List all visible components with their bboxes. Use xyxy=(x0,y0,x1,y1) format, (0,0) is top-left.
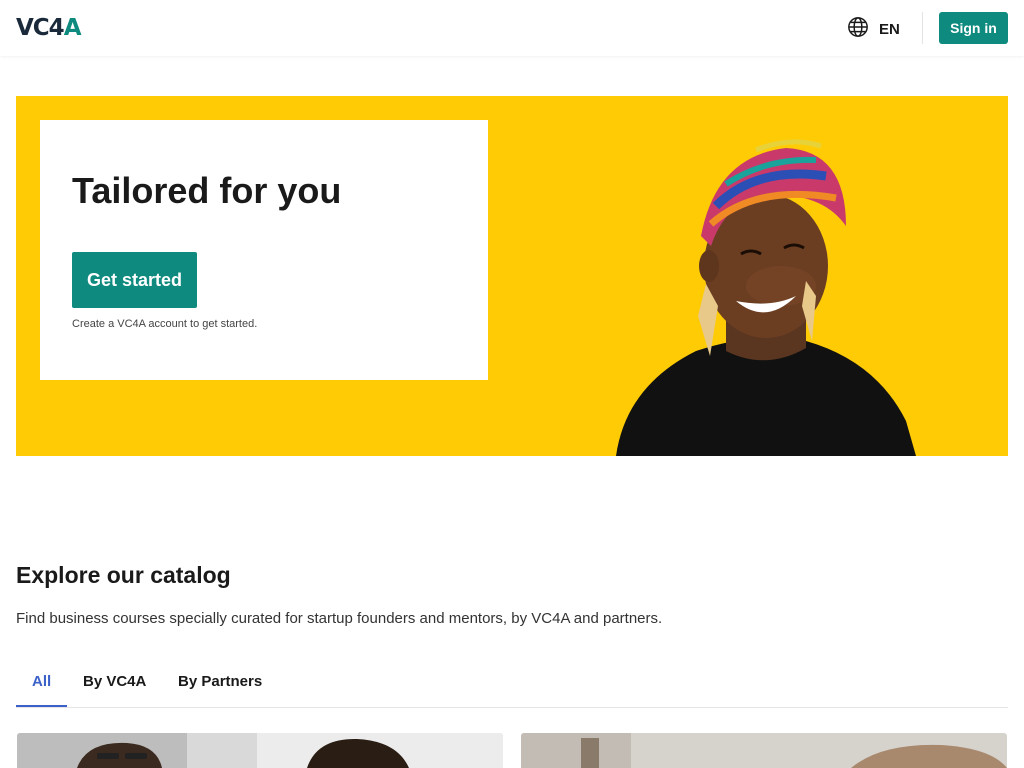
language-label: EN xyxy=(879,21,900,38)
catalog-tabs: All By VC4A By Partners xyxy=(16,668,1008,708)
logo-text-accent: A xyxy=(63,15,82,41)
hero-card: Tailored for you Get started Create a VC… xyxy=(40,120,488,380)
globe-icon xyxy=(847,16,869,43)
hero-title: Tailored for you xyxy=(72,170,342,211)
tab-all[interactable]: All xyxy=(32,673,51,690)
catalog-title: Explore our catalog xyxy=(16,562,231,588)
get-started-note: Create a VC4A account to get started. xyxy=(72,318,258,330)
language-selector[interactable]: EN xyxy=(847,16,900,43)
tab-by-vc4a[interactable]: By VC4A xyxy=(83,673,146,690)
header-divider xyxy=(922,12,923,44)
course-card-image[interactable] xyxy=(17,733,503,768)
top-navigation-bar: VC4A EN Sign in xyxy=(0,0,1024,56)
catalog-description: Find business courses specially curated … xyxy=(16,610,663,627)
active-tab-indicator xyxy=(16,705,67,707)
hero-portrait-image xyxy=(616,139,916,456)
get-started-button[interactable]: Get started xyxy=(72,252,197,308)
logo-text-main: VC4 xyxy=(16,15,65,41)
course-card-image[interactable] xyxy=(521,733,1007,768)
sign-in-button[interactable]: Sign in xyxy=(939,12,1008,44)
vc4a-logo[interactable]: VC4A xyxy=(16,15,81,41)
hero-banner: Tailored for you Get started Create a VC… xyxy=(16,96,1008,456)
tab-by-partners[interactable]: By Partners xyxy=(178,673,262,690)
